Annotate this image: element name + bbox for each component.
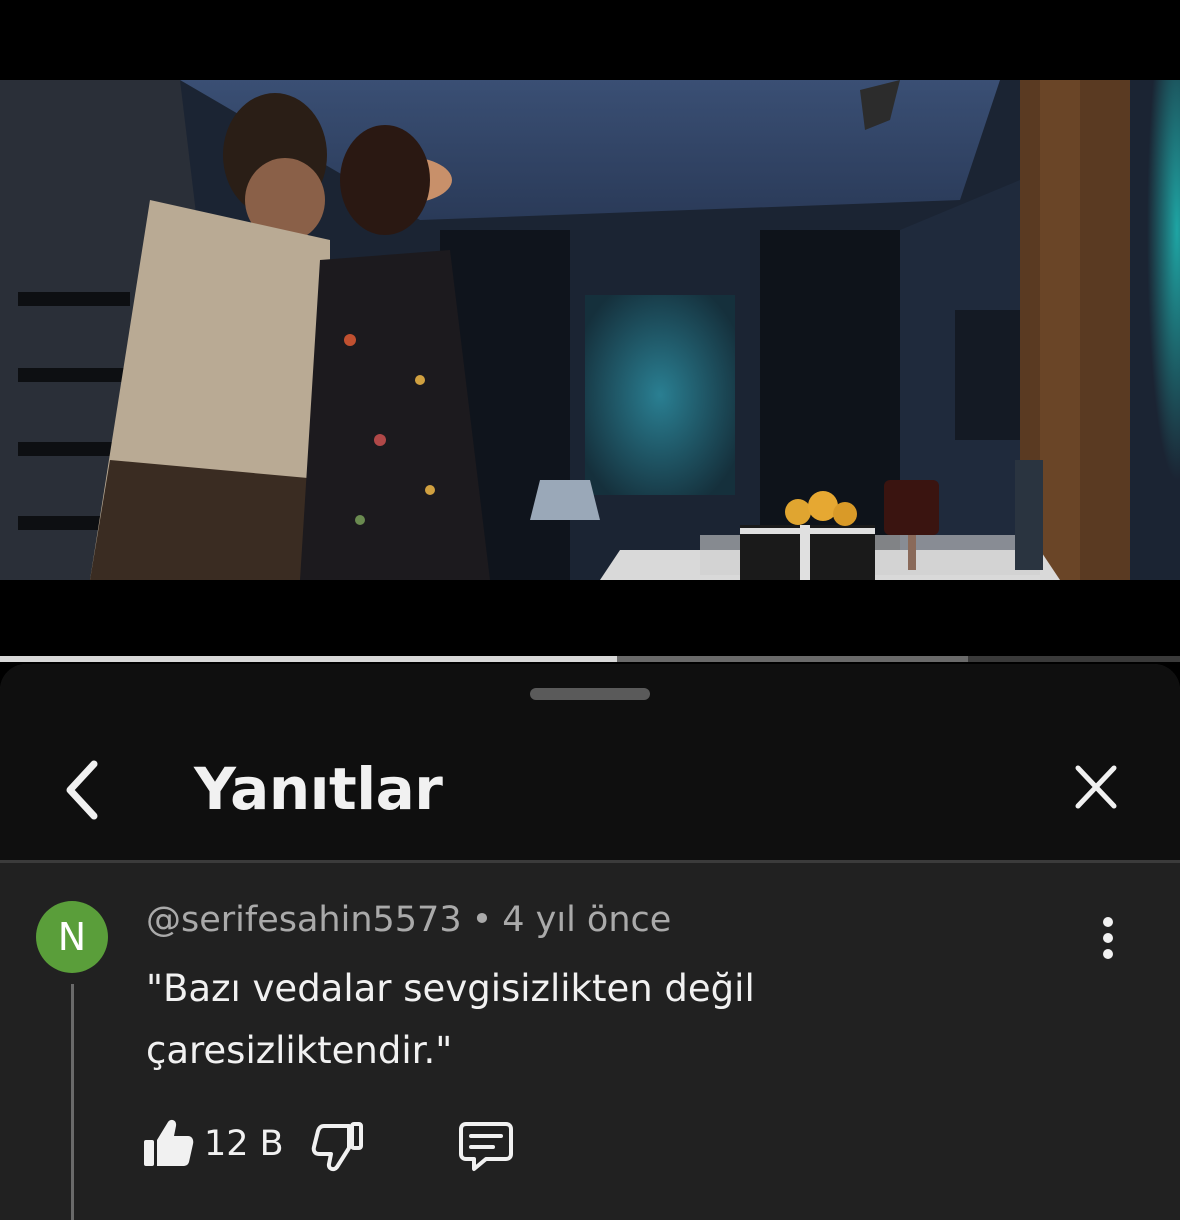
back-button[interactable] [50, 754, 114, 826]
like-count: 12 B [204, 1124, 284, 1164]
dislike-button[interactable] [310, 1118, 366, 1174]
header-divider [0, 860, 1180, 863]
more-vertical-icon [1103, 917, 1113, 959]
video-still-image [0, 80, 1180, 580]
avatar[interactable]: N [36, 901, 108, 973]
comment-author[interactable]: @serifesahin5573 [146, 900, 462, 940]
meta-separator: • [471, 900, 493, 940]
comment-reply-icon [459, 1122, 513, 1171]
close-button[interactable] [1066, 760, 1126, 816]
more-options-button[interactable] [1088, 914, 1128, 962]
replies-sheet: Yanıtlar N @serifesahin5573•4 yıl önce [0, 664, 1180, 1220]
comment-text: "Bazı vedalar sevgisizlikten değil çares… [146, 967, 755, 1072]
video-progress-bar[interactable] [0, 656, 1180, 662]
thread-line [71, 984, 74, 1220]
chevron-left-icon [66, 760, 98, 820]
thumbs-down-icon [311, 1122, 363, 1172]
like-button[interactable] [140, 1116, 196, 1172]
sheet-header: Yanıtlar [0, 664, 1180, 860]
video-player[interactable] [0, 0, 1180, 658]
comment-meta: @serifesahin5573 • 4 yıl önce [146, 900, 671, 940]
close-icon [1075, 765, 1117, 809]
video-frame[interactable] [0, 80, 1180, 580]
drag-handle[interactable] [530, 688, 650, 700]
reply-button[interactable] [456, 1118, 516, 1174]
sheet-title: Yanıtlar [194, 755, 443, 823]
thumbs-up-icon [144, 1119, 194, 1166]
progress-played [0, 656, 618, 662]
comment-time: 4 yıl önce [502, 900, 672, 940]
app-root: Yanıtlar N @serifesahin5573•4 yıl önce [0, 0, 1180, 1220]
